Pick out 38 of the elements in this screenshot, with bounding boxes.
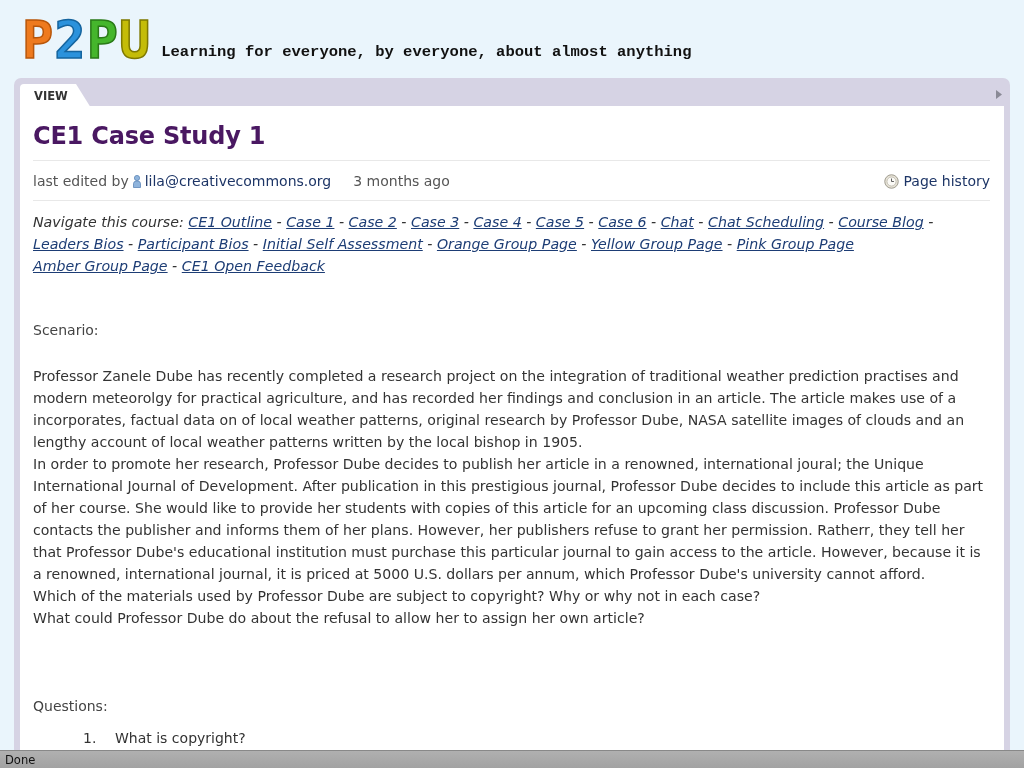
user-icon — [132, 174, 141, 188]
scenario-paragraph: Professor Zanele Dube has recently completed a research project on the integration of traditional weather prediction practises and modern meteorolgy for practical agriculture, and has recorded her findings and conclusion in an article. The article makes use of a incorporates, factual data on of local weather patterns, original research by Professor Dube, NASA satellite images of clouds and an lengthy account of local weather patterns written by the local bishop in 1905. — [33, 367, 966, 452]
course-link[interactable]: Leaders Bios — [33, 236, 124, 252]
course-link[interactable]: Case 6 — [598, 214, 647, 230]
status-text: Done — [5, 752, 36, 767]
course-link[interactable]: Chat — [660, 214, 694, 230]
course-link[interactable]: Case 2 — [348, 214, 397, 230]
question-text: What is copyright? — [115, 729, 246, 748]
scenario-paragraph: Which of the materials used by Professor Dube are subject to copyright? Why or why not in each case? — [33, 587, 762, 606]
edited-time: 3 months ago — [353, 172, 450, 191]
course-link[interactable]: Yellow Group Page — [591, 236, 723, 252]
course-link[interactable]: Pink Group Page — [736, 236, 854, 252]
section-heading: Questions: — [33, 697, 109, 716]
list-number: 1. — [83, 729, 98, 748]
scenario-paragraph: What could Professor Dube do about the refusal to allow her to assign her own article? — [33, 609, 646, 628]
tab[interactable]: VIEW — [20, 84, 90, 106]
course-link[interactable]: CE1 Outline — [188, 214, 272, 230]
course-link[interactable]: Course Blog — [838, 214, 924, 230]
course-link[interactable]: Case 5 — [535, 214, 585, 230]
course-link[interactable]: Amber Group Page — [33, 258, 168, 274]
tagline: Learning for everyone, by everyone, about almost anything — [161, 43, 692, 61]
course-link[interactable]: CE1 Open Feedback — [181, 258, 325, 274]
page-title: CE1 Case Study 1 — [33, 120, 990, 161]
course-link[interactable]: Orange Group Page — [436, 236, 577, 252]
course-link[interactable]: Case 4 — [473, 214, 522, 230]
course-link[interactable]: Initial Self Assessment — [262, 236, 423, 252]
caret-right-icon[interactable] — [996, 89, 1002, 99]
section-heading: Scenario: — [33, 321, 100, 340]
course-navigation: Navigate this course: CE1 Outline - Case 1 - Case 2 - Case 3 - Case 4 - Case 5 - Case 6 - Chat - Chat Scheduling - Course Blog - Leaders Bios - Participant Bios - Initial Self Assessment - Orange Group Page - Yellow Group Page - Pink Group Page Amber Group Page - CE1 Open Feedback — [33, 213, 935, 276]
page-history-link[interactable]: Page history — [903, 171, 990, 191]
user-link[interactable]: lila@creativecommons.org — [144, 171, 332, 191]
scenario-paragraph: In order to promote her research, Professor Dube decides to publish her article in a renowned, international joural; the Unique International Journal of Development. After publication in this prestigious journal, Professor Dube decides to include this article as part of her course. She would like to provide her students with copies of this article for an upcoming class discussion. Professor Dube contacts the publisher and informs them of her plans. However, her publishers refuse to grant her permission. Ratherr, they tell her that Professor Dube's educational institution must purchase this particular journal to gain access to the article. However, because it is a renowned, international journal, it is priced at 5000 U.S. dollars per annum, which Professor Dube's university cannot afford. — [33, 455, 985, 584]
course-link[interactable]: Chat Scheduling — [708, 214, 825, 230]
edited-by-label: last edited by — [33, 172, 129, 191]
course-link[interactable]: Case 3 — [411, 214, 460, 230]
clock-icon — [883, 173, 899, 189]
course-link[interactable]: Case 1 — [286, 214, 335, 230]
course-link[interactable]: Participant Bios — [137, 236, 249, 252]
